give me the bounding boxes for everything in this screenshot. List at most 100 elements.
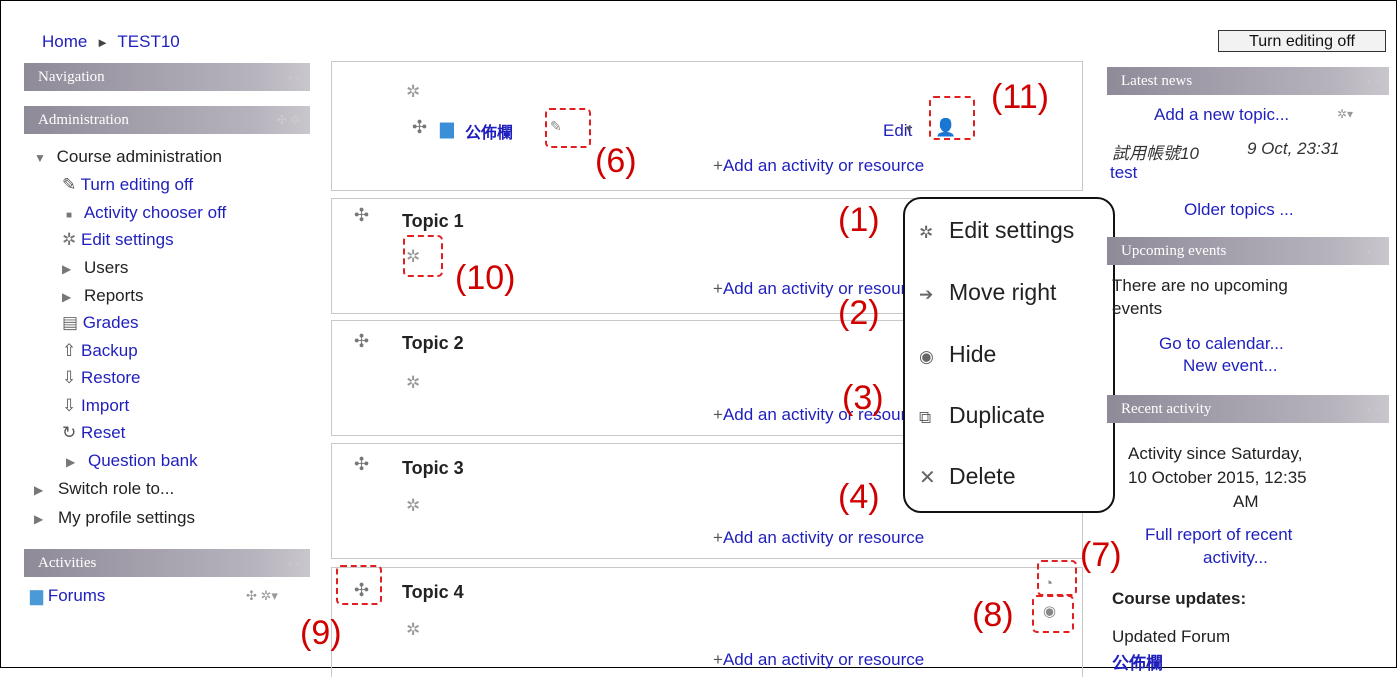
nav-backup-label: Backup xyxy=(80,341,138,360)
breadcrumb: Home ► TEST10 xyxy=(42,32,180,52)
add-activity-link[interactable]: +Add an activity or resource xyxy=(713,528,924,548)
activity-since-line3: AM xyxy=(1233,492,1259,511)
recent-activity-block-header[interactable]: Recent activity ▫ ▫ xyxy=(1107,395,1389,423)
block-controls-icon[interactable]: ▫ ▫ xyxy=(1367,395,1379,423)
nav-switch-role-label: Switch role to... xyxy=(57,479,175,498)
move-icon[interactable]: ✣ xyxy=(354,205,369,226)
full-report-link-line1[interactable]: Full report of recent xyxy=(1145,525,1292,545)
move-icon[interactable]: ✣ xyxy=(412,117,427,138)
updated-forum-text: Updated Forum xyxy=(1112,627,1231,646)
block-controls-icon[interactable]: ✣ ✲ xyxy=(277,106,300,134)
collapsed-triangle-icon: ▶ xyxy=(66,455,76,469)
move-icon[interactable]: ✣ xyxy=(354,454,369,475)
add-activity-label: Add an activity or resource xyxy=(722,650,925,669)
new-event-link[interactable]: New event... xyxy=(1183,356,1278,376)
menu-edit-settings[interactable]: ✲ Edit settings xyxy=(919,217,1074,244)
eye-icon: ◉ xyxy=(919,347,934,366)
nav-turn-editing-off-label: Turn editing off xyxy=(80,175,194,194)
gear-icon[interactable]: ✲ xyxy=(406,82,420,102)
add-new-topic-link[interactable]: Add a new topic... xyxy=(1154,105,1289,125)
go-to-calendar-link[interactable]: Go to calendar... xyxy=(1159,334,1284,354)
annotation-box-highlight xyxy=(1037,560,1077,596)
news-item-link[interactable]: test xyxy=(1110,163,1137,183)
full-report-link-line2[interactable]: activity... xyxy=(1203,548,1268,568)
navigation-title: Navigation xyxy=(38,69,105,85)
duplicate-icon: ⧉ xyxy=(919,408,932,427)
block-controls-icon[interactable]: ✲▾ xyxy=(1337,107,1353,121)
upcoming-events-block-header[interactable]: Upcoming events ▫ ▫ xyxy=(1107,237,1389,265)
topic-section-4: ✣ Topic 4 ✲ ◔ ◉ +Add an activity or reso… xyxy=(331,567,1083,677)
annotation-box-gear xyxy=(403,235,443,277)
forums-block-controls-icon[interactable]: ✣ ✲▾ xyxy=(246,588,278,604)
menu-duplicate[interactable]: ⧉ Duplicate xyxy=(919,402,1045,429)
activities-forums[interactable]: ▆ Forums xyxy=(30,586,105,606)
nav-edit-settings[interactable]: ✲ Edit settings xyxy=(62,230,174,250)
forum-icon: ▆ xyxy=(30,586,44,605)
no-events-text-line2: events xyxy=(1112,299,1163,318)
course-updates-heading: Course updates: xyxy=(1112,589,1247,608)
breadcrumb-home[interactable]: Home xyxy=(42,32,87,51)
gear-icon[interactable]: ✲ xyxy=(406,496,420,516)
collapsed-triangle-icon: ▶ xyxy=(34,512,44,526)
menu-move-right[interactable]: ➔ Move right xyxy=(919,279,1056,306)
forum-activity-link[interactable]: 公佈欄 xyxy=(465,119,513,143)
collapsed-triangle-icon: ▶ xyxy=(62,262,72,276)
course-administration-label: Course administration xyxy=(56,147,222,166)
nav-import[interactable]: ⇩ Import xyxy=(62,396,129,416)
forum-icon: ▆ xyxy=(440,118,454,138)
nav-users[interactable]: ▶ Users xyxy=(62,258,128,278)
annotation-label-8: (8) xyxy=(972,596,1014,634)
nav-switch-role[interactable]: ▶ Switch role to... xyxy=(34,479,174,499)
breadcrumb-course[interactable]: TEST10 xyxy=(117,32,179,51)
nav-reset[interactable]: ↻ Reset xyxy=(62,423,125,443)
gear-icon[interactable]: ✲ xyxy=(406,373,420,393)
block-controls-icon[interactable]: ▫ ▫ xyxy=(1367,67,1379,95)
nav-turn-editing-off[interactable]: ✎ Turn editing off xyxy=(62,175,193,195)
nav-backup[interactable]: ⇧ Backup xyxy=(62,341,138,361)
annotation-label-1: (1) xyxy=(838,201,880,239)
gear-icon[interactable]: ✲ xyxy=(406,620,420,640)
chevron-down-icon[interactable]: ▾ xyxy=(906,122,912,135)
grades-table-icon: ▤ xyxy=(62,313,79,332)
add-activity-link[interactable]: +Add an activity or resource xyxy=(713,405,924,425)
menu-delete[interactable]: ✕ Delete xyxy=(919,463,1015,490)
older-topics-link[interactable]: Older topics ... xyxy=(1184,200,1294,220)
nav-restore[interactable]: ⇩ Restore xyxy=(62,368,141,388)
arrow-right-icon: ➔ xyxy=(919,285,934,304)
reset-icon: ↻ xyxy=(62,423,77,442)
annotation-box-eye xyxy=(1032,595,1074,633)
topic-title: Topic 1 xyxy=(402,211,464,231)
nav-my-profile-settings[interactable]: ▶ My profile settings xyxy=(34,508,195,528)
collapsed-triangle-icon: ▶ xyxy=(34,483,44,497)
navigation-block-header[interactable]: Navigation ▫ ▫ xyxy=(24,63,310,91)
updated-forum-link[interactable]: 公佈欄 xyxy=(1112,649,1163,674)
add-activity-link[interactable]: +Add an activity or resource xyxy=(713,156,924,176)
nav-import-label: Import xyxy=(80,396,130,415)
nav-grades-label: Grades xyxy=(82,313,139,332)
menu-hide[interactable]: ◉ Hide xyxy=(919,341,996,368)
add-activity-link[interactable]: +Add an activity or resource xyxy=(713,279,924,299)
annotation-label-7: (7) xyxy=(1080,536,1122,574)
nav-activity-chooser-off[interactable]: ■ Activity chooser off xyxy=(62,203,226,223)
course-administration-node[interactable]: ▼ Course administration xyxy=(34,147,222,167)
nav-question-bank[interactable]: ▶ Question bank xyxy=(62,451,198,471)
activities-block-header[interactable]: Activities ▫ ▫ xyxy=(24,549,310,577)
news-author: 試用帳號10 xyxy=(1112,144,1199,163)
recent-activity-title: Recent activity xyxy=(1121,401,1212,417)
latest-news-block-header[interactable]: Latest news ▫ ▫ xyxy=(1107,67,1389,95)
turn-editing-off-button[interactable]: Turn editing off xyxy=(1218,30,1386,52)
add-activity-link[interactable]: +Add an activity or resource xyxy=(713,650,924,670)
block-controls-icon[interactable]: ▫ ▫ xyxy=(288,549,300,577)
annotation-label-3: (3) xyxy=(842,379,884,417)
block-controls-icon[interactable]: ▫ ▫ xyxy=(1367,237,1379,265)
nav-grades[interactable]: ▤ Grades xyxy=(62,313,139,333)
block-controls-icon[interactable]: ▫ ▫ xyxy=(288,63,300,91)
administration-block-header[interactable]: Administration ✣ ✲ xyxy=(24,106,310,134)
news-date: 9 Oct, 23:31 xyxy=(1247,139,1340,158)
latest-news-title: Latest news xyxy=(1121,73,1193,89)
activities-forums-label: Forums xyxy=(47,586,106,605)
gear-icon: ✲ xyxy=(919,223,934,242)
administration-title: Administration xyxy=(38,112,129,128)
nav-reports[interactable]: ▶ Reports xyxy=(62,286,144,306)
move-icon[interactable]: ✣ xyxy=(354,331,369,352)
